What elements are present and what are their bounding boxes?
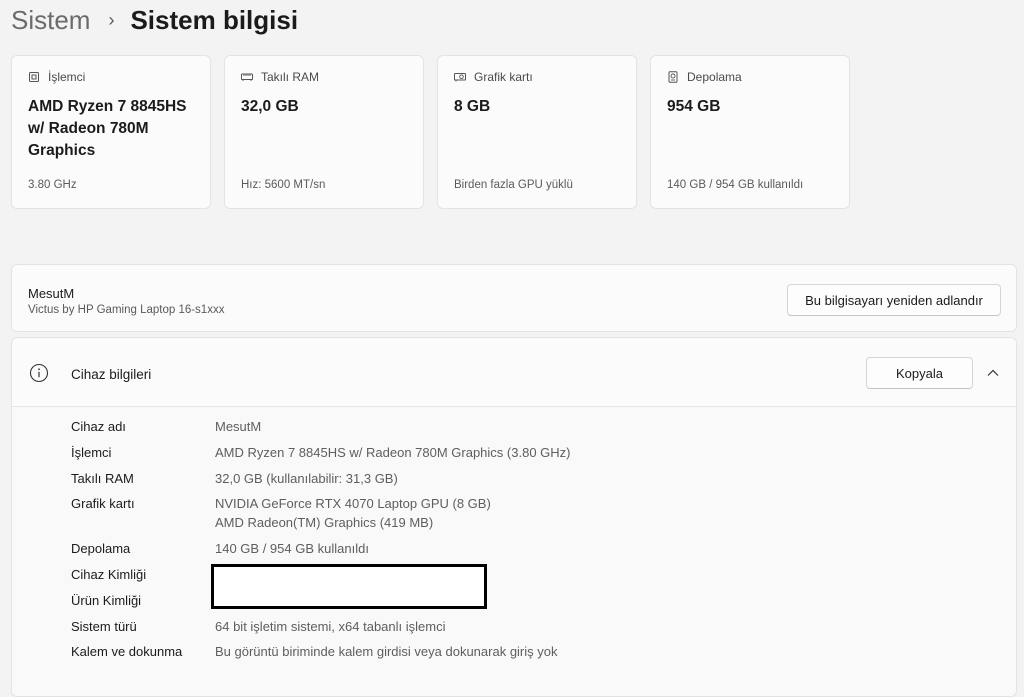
- spec-label: Takılı RAM: [71, 471, 134, 486]
- card-ram: Takılı RAM 32,0 GB Hız: 5600 MT/sn: [224, 55, 424, 209]
- device-info-panel: Cihaz bilgileri Kopyala Cihaz adı MesutM…: [11, 337, 1017, 697]
- card-processor: İşlemci AMD Ryzen 7 8845HS w/ Radeon 780…: [11, 55, 211, 209]
- graphics-card-icon: [454, 73, 466, 82]
- spec-row-graphics: Grafik kartı NVIDIA GeForce RTX 4070 Lap…: [71, 494, 491, 532]
- page-title: Sistem bilgisi: [130, 4, 299, 35]
- spec-row-system-type: Sistem türü 64 bit işletim sistemi, x64 …: [71, 617, 445, 636]
- spec-row-device-id: Cihaz Kimliği: [71, 565, 215, 584]
- card-storage: Depolama 954 GB 140 GB / 954 GB kullanıl…: [650, 55, 850, 209]
- spec-row-ram: Takılı RAM 32,0 GB (kullanılabilir: 31,3…: [71, 469, 398, 488]
- storage-icon: [668, 71, 678, 83]
- card-graphics: Grafik kartı 8 GB Birden fazla GPU yüklü: [437, 55, 637, 209]
- spec-label: Kalem ve dokunma: [71, 644, 183, 659]
- breadcrumb-separator: ›: [108, 9, 115, 30]
- spec-row-storage: Depolama 140 GB / 954 GB kullanıldı: [71, 539, 369, 558]
- breadcrumb-parent-sistem[interactable]: Sistem: [11, 5, 90, 36]
- spec-label: Cihaz adı: [71, 419, 126, 434]
- card-label: İşlemci: [48, 70, 86, 84]
- chevron-up-icon[interactable]: [986, 366, 1000, 380]
- spec-label: Sistem türü: [71, 619, 137, 634]
- spec-value: NVIDIA GeForce RTX 4070 Laptop GPU (8 GB…: [215, 494, 491, 532]
- card-value: 8 GB: [454, 98, 491, 115]
- spec-row-pen-touch: Kalem ve dokunma Bu görüntü biriminde ka…: [71, 642, 558, 661]
- spec-value: AMD Ryzen 7 8845HS w/ Radeon 780M Graphi…: [215, 445, 571, 460]
- spec-label: Depolama: [71, 541, 131, 556]
- card-sub: Hız: 5600 MT/sn: [241, 179, 326, 191]
- card-sub: 140 GB / 954 GB kullanıldı: [667, 179, 804, 191]
- spec-cards: İşlemci AMD Ryzen 7 8845HS w/ Radeon 780…: [11, 55, 850, 209]
- redaction-box: [211, 564, 487, 609]
- card-value: AMD Ryzen 7 8845HS w/ Radeon 780M Graphi…: [28, 98, 187, 159]
- rename-pc-button[interactable]: Bu bilgisayarı yeniden adlandır: [787, 284, 1001, 316]
- spec-value: MesutM: [215, 419, 262, 434]
- spec-row-device-name: Cihaz adı MesutM: [71, 417, 261, 436]
- spec-value-line: AMD Radeon(TM) Graphics (419 MB): [215, 515, 434, 530]
- card-label: Takılı RAM: [261, 70, 320, 84]
- ram-icon: [241, 73, 253, 81]
- card-value: 32,0 GB: [241, 98, 299, 115]
- copy-button[interactable]: Kopyala: [866, 357, 973, 389]
- card-value: 954 GB: [667, 98, 721, 115]
- spec-row-processor: İşlemci AMD Ryzen 7 8845HS w/ Radeon 780…: [71, 443, 571, 462]
- spec-value: Bu görüntü biriminde kalem girdisi veya …: [215, 644, 558, 659]
- device-info-header[interactable]: Cihaz bilgileri Kopyala: [12, 338, 1016, 407]
- card-sub: 3.80 GHz: [28, 179, 77, 191]
- processor-icon: [29, 72, 39, 82]
- spec-label: İşlemci: [71, 445, 112, 460]
- spec-value: 32,0 GB (kullanılabilir: 31,3 GB): [215, 471, 398, 486]
- spec-label: Grafik kartı: [71, 496, 135, 511]
- device-name: MesutM: [28, 286, 75, 301]
- device-info-title: Cihaz bilgileri: [71, 367, 152, 382]
- spec-label: Ürün Kimliği: [71, 593, 142, 608]
- info-icon: [29, 363, 49, 383]
- spec-label: Cihaz Kimliği: [71, 567, 147, 582]
- device-model: Victus by HP Gaming Laptop 16-s1xxx: [28, 304, 225, 316]
- spec-row-product-id: Ürün Kimliği: [71, 591, 215, 610]
- breadcrumb: Sistem › Sistem bilgisi: [11, 2, 298, 38]
- device-name-bar: MesutM Victus by HP Gaming Laptop 16-s1x…: [11, 264, 1017, 332]
- card-label: Grafik kartı: [474, 70, 533, 84]
- card-label: Depolama: [687, 70, 742, 84]
- spec-value: 64 bit işletim sistemi, x64 tabanlı işle…: [215, 619, 446, 634]
- spec-value-line: NVIDIA GeForce RTX 4070 Laptop GPU (8 GB…: [215, 496, 491, 511]
- card-sub: Birden fazla GPU yüklü: [454, 179, 573, 191]
- spec-value: 140 GB / 954 GB kullanıldı: [215, 541, 369, 556]
